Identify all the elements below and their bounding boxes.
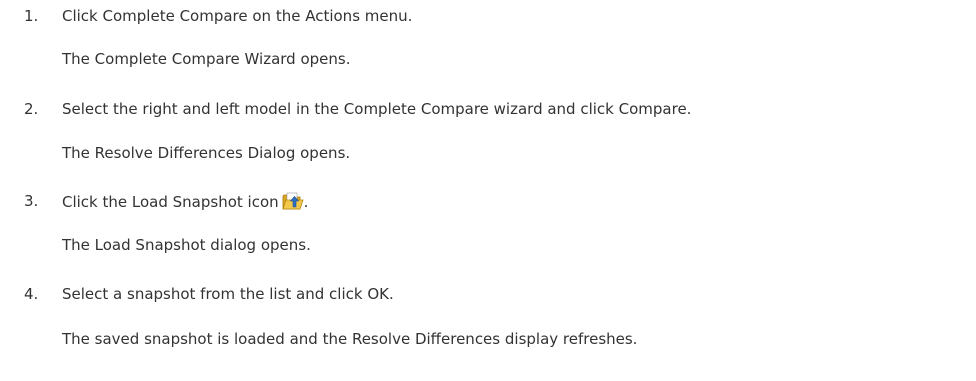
step-2-instruction: Select the right and left model in the C… [62, 100, 692, 118]
step-2-number: 2. [24, 100, 39, 118]
step-2-result: The Resolve Differences Dialog opens. [62, 144, 351, 162]
step-1-number: 1. [24, 7, 39, 25]
step-4-result: The saved snapshot is loaded and the Res… [62, 330, 638, 348]
step-3-instruction-text: Click the Load Snapshot icon [62, 193, 279, 211]
procedure-document: 1. Click Complete Compare on the Actions… [0, 0, 976, 381]
step-4-number: 4. [24, 285, 39, 303]
step-3-result: The Load Snapshot dialog opens. [62, 236, 311, 254]
load-snapshot-icon [282, 191, 304, 211]
step-1-instruction: Click Complete Compare on the Actions me… [62, 7, 413, 25]
step-3-instruction-end: . [303, 193, 309, 211]
step-3-instruction: Click the Load Snapshot icon . [62, 191, 308, 212]
step-4-instruction: Select a snapshot from the list and clic… [62, 285, 394, 303]
step-1-result: The Complete Compare Wizard opens. [62, 50, 351, 68]
step-3-number: 3. [24, 192, 39, 210]
